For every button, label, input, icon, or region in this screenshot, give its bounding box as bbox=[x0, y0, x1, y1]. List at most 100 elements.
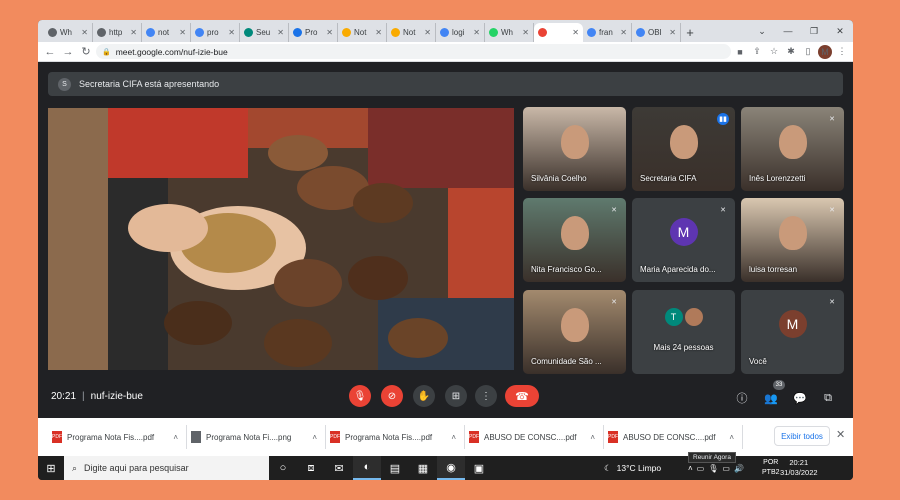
chevron-up-icon[interactable]: ˄ bbox=[451, 433, 456, 442]
camera-off-button[interactable]: ⊘ bbox=[381, 385, 403, 407]
tab-close-icon[interactable]: ✕ bbox=[81, 28, 88, 37]
tab-close-icon[interactable]: ✕ bbox=[522, 28, 529, 37]
chevron-up-icon[interactable]: ˄ bbox=[729, 433, 734, 442]
store-icon[interactable]: ▦ bbox=[409, 456, 437, 480]
meet-now-icon[interactable]: ▭ bbox=[697, 464, 705, 473]
camera-icon[interactable]: ■ bbox=[733, 45, 747, 59]
participant-tile[interactable]: Secretaria CIFA ▮▮ bbox=[632, 107, 735, 191]
browser-tab[interactable]: not ✕ bbox=[142, 23, 191, 42]
participant-tile[interactable]: luisa torresan ✕ bbox=[741, 198, 844, 282]
download-filename: Programa Nota Fis....pdf bbox=[67, 432, 155, 442]
participant-tile[interactable]: Inês Lorenzzetti ✕ bbox=[741, 107, 844, 191]
tab-label: http bbox=[109, 28, 123, 37]
chat-icon[interactable]: 💬 bbox=[792, 390, 808, 406]
extensions-icon[interactable]: ✱ bbox=[784, 45, 798, 59]
address-bar[interactable]: 🔒 meet.google.com/nuf-izie-bue bbox=[96, 44, 731, 59]
tab-favicon-icon bbox=[636, 28, 645, 37]
end-call-button[interactable]: ☎ bbox=[505, 385, 539, 407]
share-icon[interactable]: ⇪ bbox=[750, 45, 764, 59]
widgets-icon[interactable]: ⧈ bbox=[297, 456, 325, 480]
activities-icon[interactable]: ⧉ bbox=[820, 390, 836, 406]
tab-label: Not bbox=[354, 28, 367, 37]
browser-tab[interactable]: Wh ✕ bbox=[485, 23, 534, 42]
browser-tab[interactable]: Wh ✕ bbox=[44, 23, 93, 42]
show-all-button[interactable]: Exibir todos bbox=[774, 426, 830, 446]
back-icon[interactable]: ← bbox=[42, 44, 58, 60]
chevron-up-icon[interactable]: ˄ bbox=[688, 464, 693, 473]
volume-icon[interactable]: 🔊 bbox=[734, 464, 744, 473]
taskbar-search[interactable]: ⌕ Digite aqui para pesquisar bbox=[64, 456, 269, 480]
browser-tab[interactable]: pro ✕ bbox=[191, 23, 240, 42]
browser-tab[interactable]: Seu ✕ bbox=[240, 23, 289, 42]
mail-icon[interactable]: ✉ bbox=[325, 456, 353, 480]
browser-tab[interactable]: ✕ bbox=[534, 23, 583, 42]
participant-tile[interactable]: Silvânia Coelho bbox=[523, 107, 626, 191]
weather-widget[interactable]: ☾ 13°C Limpo bbox=[604, 456, 661, 480]
tab-close-icon[interactable]: ✕ bbox=[130, 28, 137, 37]
bookmark-star-icon[interactable]: ☆ bbox=[767, 45, 781, 59]
mic-off-button[interactable]: 🎙 bbox=[349, 385, 371, 407]
chrome-icon[interactable]: ◉ bbox=[437, 456, 465, 480]
browser-tab[interactable]: fran ✕ bbox=[583, 23, 632, 42]
tab-close-icon[interactable]: ✕ bbox=[375, 28, 382, 37]
chevron-up-icon[interactable]: ˄ bbox=[590, 433, 595, 442]
tab-close-icon[interactable]: ✕ bbox=[473, 28, 480, 37]
task-view-icon[interactable]: ○ bbox=[269, 456, 297, 480]
pdf-file-icon: PDF bbox=[52, 431, 62, 443]
chevron-up-icon[interactable]: ˄ bbox=[312, 433, 317, 442]
present-screen-button[interactable]: ⊞ bbox=[445, 385, 467, 407]
participant-tile[interactable]: Nita Francisco Go... ✕ bbox=[523, 198, 626, 282]
download-filename: Programa Nota Fis....pdf bbox=[345, 432, 433, 442]
tab-label: pro bbox=[207, 28, 219, 37]
tab-close-icon[interactable]: ✕ bbox=[424, 28, 431, 37]
close-icon[interactable]: ✕ bbox=[836, 428, 845, 441]
language-indicator[interactable]: POR PTB2 bbox=[762, 458, 780, 478]
tab-close-icon[interactable]: ✕ bbox=[179, 28, 186, 37]
new-tab-button[interactable]: + bbox=[681, 23, 699, 42]
reload-icon[interactable]: ↻ bbox=[78, 44, 94, 60]
tab-close-icon[interactable]: ✕ bbox=[620, 28, 627, 37]
forward-icon[interactable]: → bbox=[60, 44, 76, 60]
search-icon: ⌕ bbox=[72, 462, 78, 473]
edge-icon[interactable]: ◐ bbox=[353, 456, 381, 480]
info-icon[interactable]: ⓘ bbox=[734, 390, 750, 406]
file-explorer-icon[interactable]: ▤ bbox=[381, 456, 409, 480]
raise-hand-button[interactable]: ✋ bbox=[413, 385, 435, 407]
chevron-down-icon[interactable]: ⌄ bbox=[749, 20, 775, 42]
windows-start-icon[interactable]: ⊞ bbox=[38, 456, 64, 480]
participant-tile[interactable]: Comunidade São ... ✕ bbox=[523, 290, 626, 374]
browser-tab[interactable]: Pro ✕ bbox=[289, 23, 338, 42]
browser-tab[interactable]: OBI ✕ bbox=[632, 23, 681, 42]
browser-tab[interactable]: http ✕ bbox=[93, 23, 142, 42]
people-icon[interactable]: 👥 bbox=[763, 390, 779, 406]
tab-close-icon[interactable]: ✕ bbox=[326, 28, 333, 37]
tab-close-icon[interactable]: ✕ bbox=[277, 28, 284, 37]
participant-tile[interactable]: T Mais 24 pessoas bbox=[632, 290, 735, 374]
download-item[interactable]: Programa Nota Fi....png ˄ bbox=[187, 425, 326, 449]
download-item[interactable]: PDF ABUSO DE CONSC....pdf ˄ bbox=[465, 425, 604, 449]
browser-tab[interactable]: Not ✕ bbox=[387, 23, 436, 42]
photos-icon[interactable]: ▣ bbox=[465, 456, 493, 480]
network-icon[interactable]: ▭ bbox=[722, 464, 730, 473]
participant-tile[interactable]: M Maria Aparecida do... ✕ bbox=[632, 198, 735, 282]
download-item[interactable]: PDF Programa Nota Fis....pdf ˄ bbox=[48, 425, 187, 449]
more-options-button[interactable]: ⋮ bbox=[475, 385, 497, 407]
sidepanel-icon[interactable]: ▯ bbox=[801, 45, 815, 59]
tab-close-icon[interactable]: ✕ bbox=[669, 28, 676, 37]
menu-icon[interactable]: ⋮ bbox=[835, 45, 849, 59]
download-item[interactable]: PDF ABUSO DE CONSC....pdf ˄ bbox=[604, 425, 743, 449]
close-icon[interactable]: ✕ bbox=[827, 20, 853, 42]
mic-icon[interactable]: 🎙 bbox=[708, 464, 718, 473]
participant-tile[interactable]: M Você ✕ bbox=[741, 290, 844, 374]
chevron-up-icon[interactable]: ˄ bbox=[173, 433, 178, 442]
taskbar-clock[interactable]: 20:21 31/03/2022 bbox=[780, 458, 818, 478]
restore-icon[interactable]: ❐ bbox=[801, 20, 827, 42]
profile-avatar[interactable]: M bbox=[818, 44, 832, 59]
tab-close-icon[interactable]: ✕ bbox=[228, 28, 235, 37]
browser-tab[interactable]: logi ✕ bbox=[436, 23, 485, 42]
participant-name: Você bbox=[749, 357, 767, 366]
browser-tab[interactable]: Not ✕ bbox=[338, 23, 387, 42]
download-item[interactable]: PDF Programa Nota Fis....pdf ˄ bbox=[326, 425, 465, 449]
minimize-icon[interactable]: — bbox=[775, 20, 801, 42]
tab-close-icon[interactable]: ✕ bbox=[572, 28, 579, 37]
